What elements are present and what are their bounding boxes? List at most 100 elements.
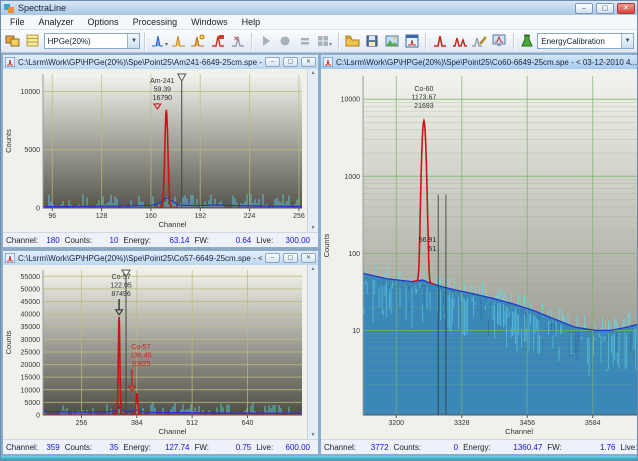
status-live-value: 300.00 <box>273 236 315 245</box>
child-maximize-button[interactable] <box>283 57 298 67</box>
peak-marker-icon[interactable] <box>430 32 449 51</box>
svg-text:3200: 3200 <box>389 420 405 427</box>
status-energy-label: Energy: <box>123 236 151 245</box>
acquire-pause-icon[interactable] <box>296 32 315 51</box>
peak-clear-icon[interactable]: ✕ <box>229 32 248 51</box>
svg-text:5000: 5000 <box>24 147 40 154</box>
svg-text:21693: 21693 <box>414 103 434 110</box>
spectrum-plot-am241[interactable]: 050001000096128160192224256ChannelCounts… <box>3 69 307 232</box>
status-bar-co60: Channel:3772 Counts:0 Energy:1360.47 FW:… <box>321 439 638 454</box>
child-close-button[interactable] <box>301 253 316 263</box>
svg-text:▾: ▾ <box>165 42 168 48</box>
status-fw-value: 0.64 <box>209 236 256 245</box>
child-titlebar-am241[interactable]: C:\Lsrm\Work\GP\HPGe(20%)\Spe\Point25\Am… <box>3 55 318 69</box>
chart-scrollbar[interactable]: ▲▼ <box>307 265 318 439</box>
svg-text:Channel: Channel <box>505 427 533 436</box>
peak-double-icon[interactable] <box>450 32 469 51</box>
svg-text:45000: 45000 <box>21 299 41 306</box>
spectrum-plot-co60[interactable]: 1010010001000032003328345635843712Channe… <box>321 69 638 439</box>
svg-text:87496: 87496 <box>111 291 131 298</box>
svg-text:40000: 40000 <box>21 312 41 319</box>
peak-flag-icon[interactable] <box>209 32 228 51</box>
menu-file[interactable]: File <box>3 17 32 27</box>
new-chart-window-icon[interactable] <box>403 32 422 51</box>
svg-text:224: 224 <box>244 213 256 220</box>
main-titlebar[interactable]: SpectraLine <box>1 1 637 15</box>
chevron-down-icon[interactable]: ▼ <box>127 34 139 48</box>
chevron-down-icon[interactable]: ▼ <box>621 34 633 48</box>
status-live-label: Live: <box>256 443 273 452</box>
menu-analyzer[interactable]: Analyzer <box>32 17 81 27</box>
status-counts-value: 35 <box>92 443 123 452</box>
svg-text:20000: 20000 <box>21 362 41 369</box>
spectra-table-icon[interactable] <box>24 32 43 51</box>
child-minimize-button[interactable] <box>265 253 280 263</box>
child-maximize-button[interactable] <box>283 253 298 263</box>
svg-text:136.45: 136.45 <box>130 353 152 360</box>
svg-text:Counts: Counts <box>4 330 13 354</box>
status-live-label: Live: <box>621 443 638 452</box>
toolbar-separator <box>338 33 339 50</box>
acquire-stop-icon[interactable]: ▾ <box>316 32 335 51</box>
status-counts-value: 10 <box>92 236 123 245</box>
save-spectrum-icon[interactable] <box>363 32 382 51</box>
chart-scrollbar[interactable]: ▲▼ <box>307 69 318 232</box>
svg-text:10000: 10000 <box>341 97 361 104</box>
menu-options[interactable]: Options <box>81 17 126 27</box>
scroll-down-icon[interactable]: ▼ <box>311 432 316 438</box>
svg-text:10000: 10000 <box>21 89 41 96</box>
peak-monitor-icon[interactable] <box>490 32 509 51</box>
maximize-button[interactable] <box>596 3 614 14</box>
spectrum-plot-co57[interactable]: 0500010000150002000025000300003500040000… <box>3 265 307 439</box>
svg-text:Am-241: Am-241 <box>150 78 175 85</box>
peak-edit-icon[interactable] <box>470 32 489 51</box>
scroll-up-icon[interactable]: ▲ <box>311 70 316 76</box>
svg-text:10: 10 <box>352 328 360 335</box>
status-fw-value: 0.75 <box>209 443 256 452</box>
minimize-button[interactable] <box>575 3 593 14</box>
menu-help[interactable]: Help <box>235 17 268 27</box>
status-channel-label: Channel: <box>6 236 38 245</box>
chart-area-co57: 0500010000150002000025000300003500040000… <box>3 265 318 439</box>
svg-text:30000: 30000 <box>21 337 41 344</box>
calibration-select[interactable]: EnergyCalibration▼ <box>537 33 634 49</box>
child-close-button[interactable] <box>301 57 316 67</box>
status-counts-label: Counts: <box>65 443 93 452</box>
menu-windows[interactable]: Windows <box>184 17 235 27</box>
svg-text:55000: 55000 <box>21 274 41 281</box>
svg-text:10825: 10825 <box>131 361 151 368</box>
open-spectrum-icon[interactable] <box>343 32 362 51</box>
svg-text:96: 96 <box>48 213 56 220</box>
mdi-area: C:\Lsrm\Work\GP\HPGe(20%)\Spe\Point25\Am… <box>1 53 637 456</box>
scroll-up-icon[interactable]: ▲ <box>311 266 316 272</box>
spectra-cascade-icon[interactable] <box>4 32 23 51</box>
export-image-icon[interactable] <box>383 32 402 51</box>
svg-text:512: 512 <box>186 420 198 427</box>
spectrum-file-icon <box>5 253 15 263</box>
svg-text:5000: 5000 <box>24 400 40 407</box>
peak-fit-icon[interactable] <box>169 32 188 51</box>
spectrum-window-am241: C:\Lsrm\Work\GP\HPGe(20%)\Spe\Point25\Am… <box>2 54 319 248</box>
menu-processing[interactable]: Processing <box>126 17 185 27</box>
acquire-record-icon[interactable] <box>276 32 295 51</box>
spectrum-file-icon <box>5 57 15 67</box>
peak-search-icon[interactable]: ▾ <box>149 32 168 51</box>
svg-text:384: 384 <box>131 420 143 427</box>
status-channel-value: 3772 <box>356 443 394 452</box>
peak-star-icon[interactable] <box>189 32 208 51</box>
detector-select[interactable]: HPGe(20%)▼ <box>44 33 141 49</box>
calibration-icon[interactable] <box>517 32 536 51</box>
status-counts-label: Counts: <box>394 443 422 452</box>
window-bottom-edge <box>1 456 637 460</box>
child-titlebar-co57[interactable]: C:\Lsrm\Work\GP\HPGe(20%)\Spe\Point25\Co… <box>3 251 318 265</box>
menu-bar: File Analyzer Options Processing Windows… <box>1 15 637 30</box>
close-button[interactable] <box>617 3 635 14</box>
chart-area-co60: 1010010001000032003328345635843712Channe… <box>321 69 638 439</box>
svg-text:56.91: 56.91 <box>419 237 437 244</box>
child-minimize-button[interactable] <box>265 57 280 67</box>
svg-text:192: 192 <box>194 213 206 220</box>
child-titlebar-co60[interactable]: C:\Lsrm\Work\GP\HPGe(20%)\Spe\Point25\Co… <box>321 55 638 69</box>
svg-text:35000: 35000 <box>21 324 41 331</box>
acquire-start-icon[interactable] <box>256 32 275 51</box>
scroll-down-icon[interactable]: ▼ <box>311 225 316 231</box>
